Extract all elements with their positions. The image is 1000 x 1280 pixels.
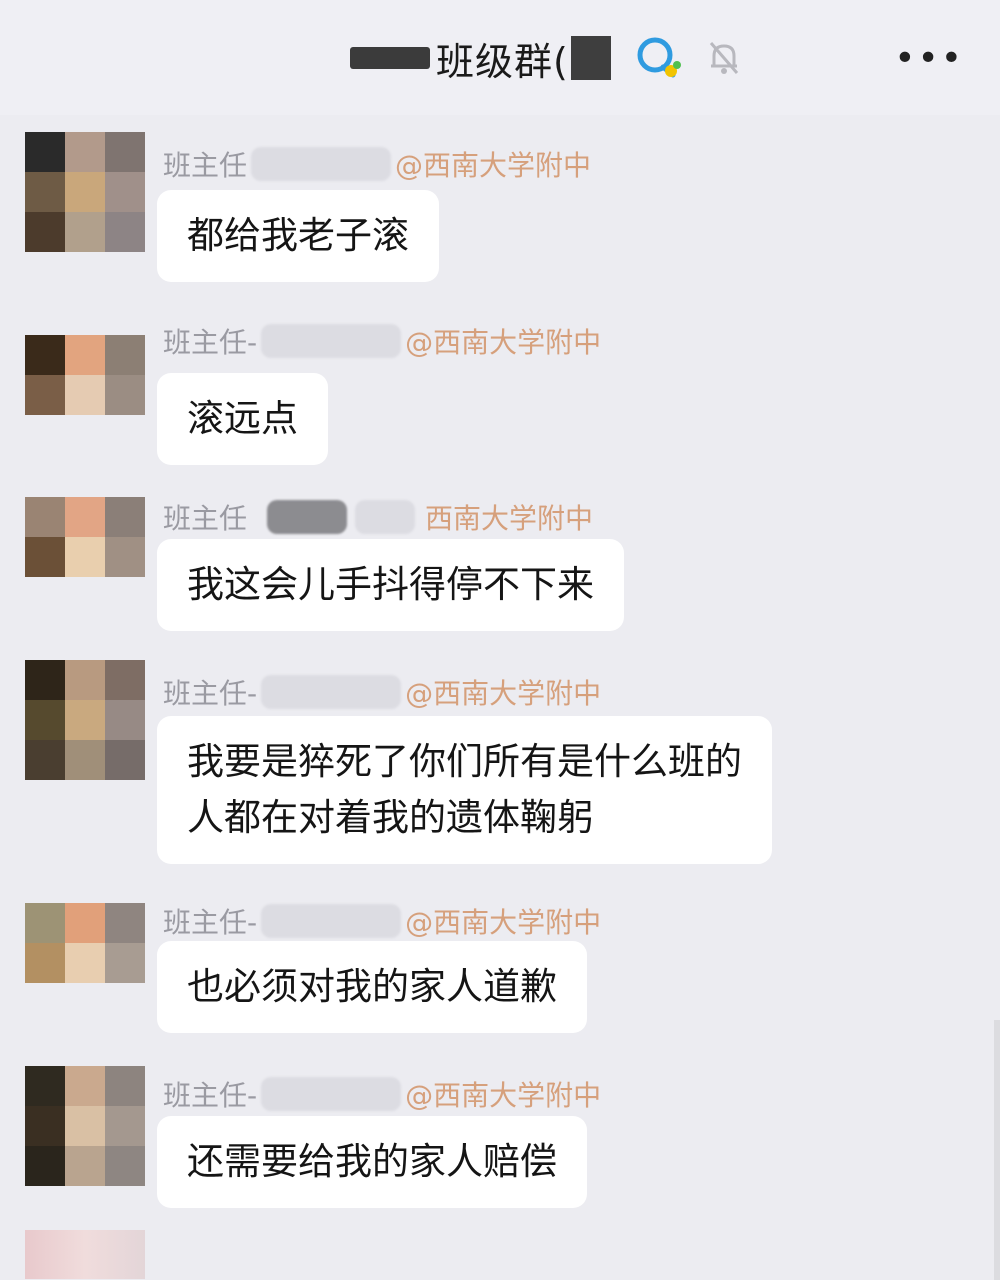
- redaction-blur: [267, 500, 348, 534]
- school-tag: @西南大学附中: [405, 906, 602, 939]
- avatar[interactable]: [25, 903, 145, 983]
- school-tag: 西南大学附中: [425, 502, 594, 535]
- sender-role: 班主任: [163, 149, 248, 182]
- sender-name: 班主任- @西南大学附中: [163, 1074, 601, 1114]
- school-tag: @西南大学附中: [395, 149, 592, 182]
- sender-name: 班主任 @西南大学附中: [163, 144, 591, 184]
- sender-role: 班主任-: [163, 1079, 258, 1112]
- redaction-bar: [570, 36, 611, 80]
- message-bubble[interactable]: 都给我老子滚: [157, 190, 439, 282]
- title-bar: 班级群(: [350, 28, 741, 88]
- message-bubble[interactable]: 还需要给我的家人赔偿: [157, 1116, 587, 1208]
- redaction-blur: [261, 324, 402, 358]
- redaction-bar: [350, 47, 430, 69]
- group-title[interactable]: 班级群(: [436, 31, 569, 86]
- sender-name: 班主任- @西南大学附中: [163, 321, 601, 361]
- sender-name: 班主任- @西南大学附中: [163, 672, 601, 712]
- scrollbar[interactable]: [994, 1020, 1000, 1280]
- avatar[interactable]: [25, 1066, 145, 1186]
- more-dots-icon[interactable]: •••: [894, 38, 964, 79]
- message-bubble[interactable]: 也必须对我的家人道歉: [157, 941, 587, 1033]
- avatar[interactable]: [25, 335, 145, 415]
- message-bubble[interactable]: 我这会儿手抖得停不下来: [157, 539, 624, 631]
- redaction-blur: [261, 1077, 402, 1111]
- sender-role: 班主任-: [163, 906, 258, 939]
- bell-muted-icon[interactable]: [707, 39, 741, 77]
- school-tag: @西南大学附中: [405, 1079, 602, 1112]
- redaction-blur: [261, 904, 402, 938]
- sender-role: 班主任: [163, 502, 248, 535]
- redaction-blur: [251, 147, 392, 181]
- avatar[interactable]: [25, 1230, 145, 1279]
- avatar[interactable]: [25, 660, 145, 780]
- chat-header: 班级群( •••: [0, 0, 1000, 115]
- avatar[interactable]: [25, 497, 145, 577]
- sender-name: 班主任 西南大学附中: [163, 497, 593, 537]
- avatar[interactable]: [25, 132, 145, 252]
- redaction-blur: [261, 675, 402, 709]
- sender-role: 班主任-: [163, 326, 258, 359]
- sender-role: 班主任-: [163, 677, 258, 710]
- qq-chat-icon[interactable]: [633, 35, 683, 81]
- school-tag: @西南大学附中: [405, 326, 602, 359]
- sender-name: 班主任- @西南大学附中: [163, 901, 601, 941]
- school-tag: @西南大学附中: [405, 677, 602, 710]
- message-bubble[interactable]: 我要是猝死了你们所有是什么班的 人都在对着我的遗体鞠躬: [157, 716, 772, 864]
- message-bubble[interactable]: 滚远点: [157, 373, 328, 465]
- redaction-blur: [355, 500, 416, 534]
